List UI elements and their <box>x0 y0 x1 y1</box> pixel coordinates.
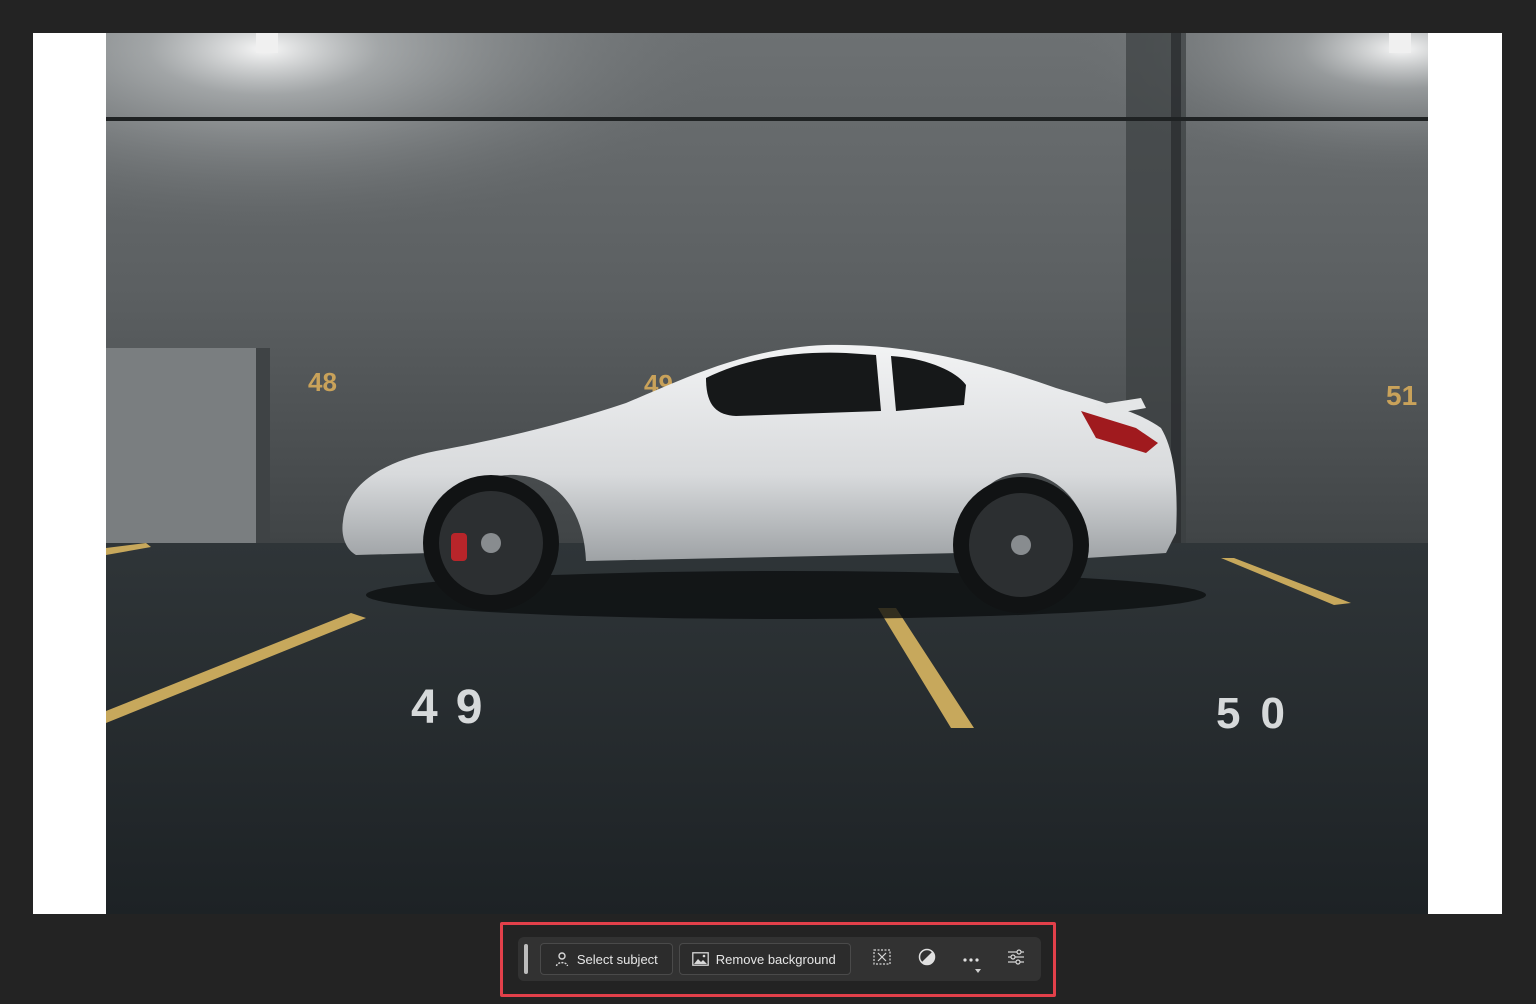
adjustment-circle-icon <box>918 948 936 971</box>
more-options-button[interactable] <box>952 943 991 975</box>
floor-number-49: 49 <box>411 681 500 734</box>
transform-icon <box>873 948 891 970</box>
select-subject-button[interactable]: Select subject <box>539 943 673 975</box>
taskbar-drag-handle[interactable] <box>524 944 528 974</box>
more-options-icon <box>962 950 980 968</box>
select-subject-label: Select subject <box>576 951 658 967</box>
adjustment-button[interactable] <box>907 943 946 975</box>
chevron-down-icon <box>975 969 982 973</box>
person-select-icon <box>553 950 571 968</box>
document-canvas[interactable]: 48 49 51 49 50 <box>33 33 1502 914</box>
photo-illustration: 48 49 51 49 50 <box>106 33 1428 914</box>
image-icon <box>692 950 710 968</box>
transform-button[interactable] <box>863 943 902 975</box>
remove-background-label: Remove background <box>715 951 836 967</box>
photoshop-workspace: 48 49 51 49 50 Select subject Remove bac… <box>0 0 1536 1004</box>
taskbar-settings-button[interactable] <box>996 943 1035 975</box>
floor-number-50: 50 <box>1216 689 1305 738</box>
settings-sliders-icon <box>1007 948 1025 970</box>
contextual-task-bar: Select subject Remove background <box>518 937 1041 981</box>
wall-number-48: 48 <box>308 367 337 397</box>
remove-background-button[interactable]: Remove background <box>678 943 851 975</box>
car-photo[interactable]: 48 49 51 49 50 <box>106 33 1428 914</box>
wall-number-51: 51 <box>1386 380 1417 411</box>
